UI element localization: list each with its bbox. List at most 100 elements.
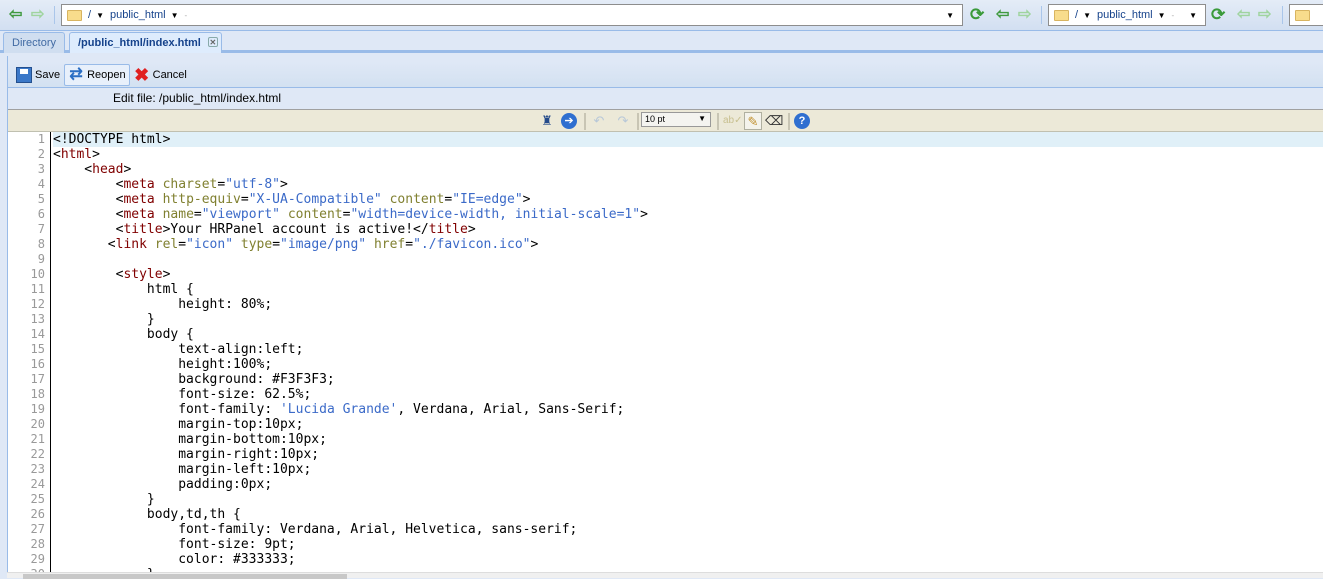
line-number: 23 — [30, 462, 45, 476]
line-number: 28 — [30, 537, 45, 551]
code-token-attr: href — [373, 237, 406, 252]
save-button[interactable]: Save — [12, 64, 64, 86]
cancel-label: Cancel — [152, 68, 187, 81]
code-line[interactable] — [53, 252, 1323, 267]
refresh-icon[interactable]: ⟳ — [970, 5, 984, 25]
help-icon[interactable]: ? — [794, 113, 810, 129]
code-area[interactable]: <!DOCTYPE html> <html> <head> <meta chars… — [53, 132, 1323, 572]
forward-arrow-icon[interactable]: ⇨ — [31, 7, 44, 23]
goto-icon[interactable]: ➔ — [561, 113, 577, 129]
line-number: 9 — [37, 252, 45, 266]
code-token-p: margin-bottom:10px; — [53, 432, 327, 447]
line-number: 24 — [30, 477, 45, 491]
code-line[interactable]: height: 80%; — [53, 297, 1323, 312]
chevron-down-icon[interactable]: ▼ — [96, 11, 104, 20]
tab-index-html[interactable]: /public_html/index.html ✕ — [69, 32, 222, 53]
path-dropdown-icon[interactable]: ▼ — [1189, 11, 1197, 20]
code-token-str: "X-UA-Compatible" — [248, 192, 382, 207]
forward-arrow-icon[interactable]: ⇨ — [1258, 7, 1271, 23]
code-line[interactable]: } — [53, 312, 1323, 327]
code-line[interactable]: <head> — [53, 162, 1323, 177]
font-size-value: 10 pt — [645, 114, 666, 124]
path-breadcrumb-right[interactable]: / ▼ public_html ▼ - ▼ — [1048, 4, 1206, 26]
code-line[interactable]: body { — [53, 327, 1323, 342]
line-number: 11 — [30, 282, 45, 296]
code-line[interactable]: html { — [53, 282, 1323, 297]
line-number: 6 — [37, 207, 45, 221]
path-more: - — [1171, 10, 1175, 20]
code-line[interactable]: <html> — [53, 147, 1323, 162]
code-line[interactable]: margin-left:10px; — [53, 462, 1323, 477]
code-token-p: < — [53, 237, 116, 252]
highlight-icon[interactable]: ✎ — [744, 112, 762, 130]
undo-icon[interactable]: ↶ — [590, 112, 608, 130]
code-token-str: "./favicon.ico" — [413, 237, 531, 252]
code-token-p: } — [53, 492, 155, 507]
code-line[interactable]: height:100%; — [53, 357, 1323, 372]
back-arrow-icon[interactable]: ⇦ — [1237, 7, 1250, 23]
code-token-p: < — [53, 192, 124, 207]
find-icon[interactable]: ♜ — [538, 112, 556, 130]
code-line[interactable]: <link rel="icon" type="image/png" href="… — [53, 237, 1323, 252]
code-token-attr: charset — [162, 177, 218, 192]
code-line[interactable]: <meta http-equiv="X-UA-Compatible" conte… — [53, 192, 1323, 207]
spellcheck-icon[interactable]: ab✓ — [723, 112, 743, 130]
path-dropdown-icon[interactable]: ▼ — [946, 11, 954, 20]
top-toolbar: ⇦ ⇨ / ▼ public_html ▼ - ▼ ⟳ ⇦ ⇨ / ▼ public_h… — [0, 0, 1323, 31]
code-line[interactable]: <meta name="viewport" content="width=dev… — [53, 207, 1323, 222]
line-number: 17 — [30, 372, 45, 386]
code-line[interactable]: <meta charset="utf-8"> — [53, 177, 1323, 192]
path-root[interactable]: / — [88, 9, 91, 21]
chevron-down-icon[interactable]: ▼ — [171, 11, 179, 20]
forward-arrow-icon[interactable]: ⇨ — [1018, 7, 1031, 23]
code-token-p: < — [53, 267, 124, 282]
code-token-p: > — [123, 162, 132, 177]
close-icon[interactable]: ✕ — [207, 37, 218, 47]
back-arrow-icon[interactable]: ⇦ — [996, 7, 1009, 23]
tab-directory[interactable]: Directory — [3, 32, 66, 53]
folder-icon — [1054, 9, 1069, 21]
font-size-select[interactable]: 10 pt ▼ — [641, 112, 711, 127]
code-line[interactable]: <!DOCTYPE html> — [53, 132, 1323, 147]
code-line[interactable]: font-size: 9pt; — [53, 537, 1323, 552]
code-line[interactable]: margin-right:10px; — [53, 447, 1323, 462]
code-line[interactable]: } — [53, 492, 1323, 507]
refresh-icon[interactable]: ⟳ — [1211, 5, 1225, 25]
code-line[interactable]: text-align:left; — [53, 342, 1323, 357]
code-line[interactable]: font-family: 'Lucida Grande', Verdana, A… — [53, 402, 1323, 417]
code-token-p: background: #F3F3F3; — [53, 372, 335, 387]
chevron-down-icon[interactable]: ▼ — [1158, 11, 1166, 20]
code-token-tag: html — [60, 147, 93, 162]
path-breadcrumb-third[interactable] — [1289, 4, 1323, 26]
code-line[interactable]: margin-top:10px; — [53, 417, 1323, 432]
code-editor[interactable]: 1 2 3 4 5 6 7 8 9 10 11 12 13 14 15 16 17 18 19 20 21 22 23 24 2… — [8, 132, 1323, 572]
path-folder[interactable]: public_html — [1097, 9, 1153, 21]
code-line[interactable]: <title>Your HRPanel account is active!</… — [53, 222, 1323, 237]
chevron-down-icon[interactable]: ▼ — [1083, 11, 1091, 20]
code-token-p: font-size: 9pt; — [53, 537, 296, 552]
path-folder[interactable]: public_html — [110, 9, 166, 21]
scrollbar-thumb[interactable] — [23, 574, 347, 579]
eraser-icon[interactable]: ⌫ — [765, 112, 783, 130]
code-line[interactable]: background: #F3F3F3; — [53, 372, 1323, 387]
code-line[interactable]: body,td,th { — [53, 507, 1323, 522]
code-line[interactable]: color: #333333; — [53, 552, 1323, 567]
editor-toolbar: ♜ ➔ ↶ ↷ 10 pt ▼ ab✓ ✎ ⌫ ? — [8, 109, 1323, 132]
code-line[interactable]: font-family: Verdana, Arial, Helvetica, … — [53, 522, 1323, 537]
path-root[interactable]: / — [1075, 9, 1078, 21]
code-line[interactable]: padding:0px; — [53, 477, 1323, 492]
horizontal-scrollbar[interactable] — [7, 572, 1323, 579]
code-line[interactable]: <style> — [53, 267, 1323, 282]
line-number: 12 — [30, 297, 45, 311]
reopen-button[interactable]: ⇄ Reopen — [64, 63, 130, 86]
code-line[interactable]: margin-bottom:10px; — [53, 432, 1323, 447]
code-line[interactable]: font-size: 62.5%; — [53, 387, 1323, 402]
path-breadcrumb-left[interactable]: / ▼ public_html ▼ - ▼ — [61, 4, 963, 26]
line-number: 14 — [30, 327, 45, 341]
code-token-p: = — [405, 237, 414, 252]
code-token-p: height: 80%; — [53, 297, 273, 312]
save-icon — [16, 66, 32, 83]
redo-icon[interactable]: ↷ — [614, 112, 632, 130]
back-arrow-icon[interactable]: ⇦ — [9, 7, 22, 23]
cancel-button[interactable]: ✖ Cancel — [130, 64, 191, 86]
